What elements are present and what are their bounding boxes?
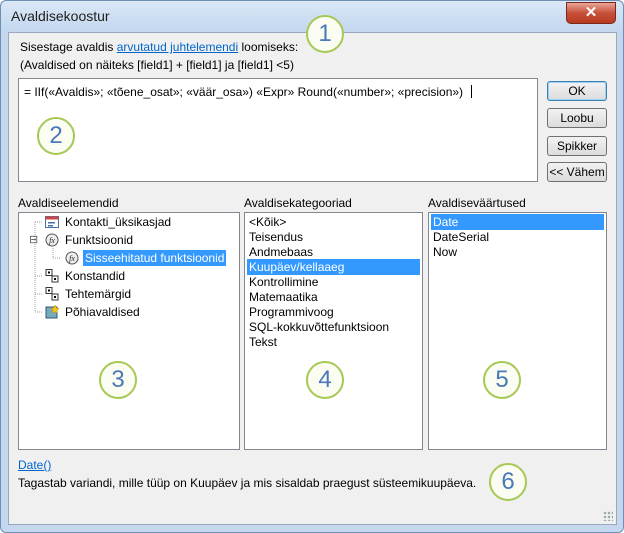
category-item[interactable]: <Kõik> [249, 214, 286, 230]
tree-item-builtin-functions[interactable]: Sisseehitatud funktsioonid [83, 250, 227, 266]
tree-item-constants[interactable]: Konstandid [65, 268, 125, 284]
intro-text: Sisestage avaldis arvutatud juhtelemendi… [20, 40, 298, 54]
categories-list[interactable]: <Kõik> Teisendus Andmebaas Kuupäev/kella… [244, 212, 423, 450]
category-item[interactable]: Kontrollimine [249, 274, 318, 290]
text-caret [471, 85, 473, 98]
callout-6: 6 [489, 463, 527, 501]
window-title: Avaldisekoostur [11, 8, 110, 24]
function-icon: fx [45, 233, 59, 247]
cancel-button[interactable]: Loobu [547, 108, 607, 128]
callout-3: 3 [99, 361, 137, 399]
expression-value: = IIf(«Avaldis»; «tõene_osat»; «väär_osa… [24, 85, 464, 99]
callout-4: 4 [306, 361, 344, 399]
function-icon: fx [65, 251, 79, 265]
intro-prefix: Sisestage avaldis [20, 40, 117, 54]
operators-icon [45, 287, 59, 301]
elements-tree[interactable]: Kontakti_üksikasjad ⊟ fx Funktsioonid fx… [18, 212, 240, 450]
close-button[interactable]: ✕ [566, 2, 616, 24]
callout-2: 2 [37, 117, 75, 155]
constants-icon [45, 269, 59, 283]
dialog-body: Sisestage avaldis arvutatud juhtelemendi… [8, 32, 617, 525]
expression-text: = IIf(«Avaldis»; «tõene_osat»; «väär_osa… [24, 85, 473, 99]
category-item[interactable]: Tekst [249, 334, 277, 350]
expression-builder-window: Avaldisekoostur ✕ Sisestage avaldis arvu… [0, 0, 624, 533]
resize-grip[interactable] [603, 511, 613, 521]
svg-text:fx: fx [49, 236, 55, 245]
category-item-selected[interactable]: Kuupäev/kellaaeg [247, 259, 420, 275]
form-icon [45, 216, 59, 228]
tree-item-common-expressions[interactable]: Põhiavaldised [65, 304, 140, 320]
calculated-control-link[interactable]: arvutatud juhtelemendi [117, 40, 238, 54]
collapse-toggle[interactable]: ⊟ [29, 232, 38, 248]
expression-input[interactable]: = IIf(«Avaldis»; «tõene_osat»; «väär_osa… [18, 78, 538, 182]
value-item[interactable]: DateSerial [433, 229, 489, 245]
callout-1: 1 [306, 15, 344, 53]
callout-5: 5 [483, 361, 521, 399]
category-item[interactable]: SQL-kokkuvõttefunktsioon [249, 319, 389, 335]
less-button[interactable]: << Vähem [547, 162, 607, 182]
values-label: Avaldiseväärtused [428, 196, 526, 210]
category-item[interactable]: Andmebaas [249, 244, 313, 260]
value-item[interactable]: Now [433, 244, 457, 260]
values-list[interactable]: Date DateSerial Now [428, 212, 607, 450]
category-item[interactable]: Teisendus [249, 229, 303, 245]
function-description: Tagastab variandi, mille tüüp on Kuupäev… [18, 476, 477, 490]
categories-label: Avaldisekategooriad [244, 196, 352, 210]
function-help-link[interactable]: Date() [18, 458, 51, 472]
tree-item-contact-details[interactable]: Kontakti_üksikasjad [65, 214, 171, 230]
tree-item-functions[interactable]: Funktsioonid [65, 232, 133, 248]
category-item[interactable]: Matemaatika [249, 289, 318, 305]
help-button[interactable]: Spikker [547, 136, 607, 156]
common-expressions-icon [45, 305, 59, 319]
svg-text:fx: fx [69, 254, 75, 263]
value-item-selected[interactable]: Date [431, 214, 604, 230]
intro-example: (Avaldised on näiteks [field1] + [field1… [20, 58, 294, 72]
tree-item-operators[interactable]: Tehtemärgid [65, 286, 131, 302]
category-item[interactable]: Programmivoog [249, 304, 334, 320]
elements-label: Avaldiseelemendid [18, 196, 119, 210]
ok-button[interactable]: OK [547, 81, 607, 101]
intro-suffix: loomiseks: [238, 40, 299, 54]
